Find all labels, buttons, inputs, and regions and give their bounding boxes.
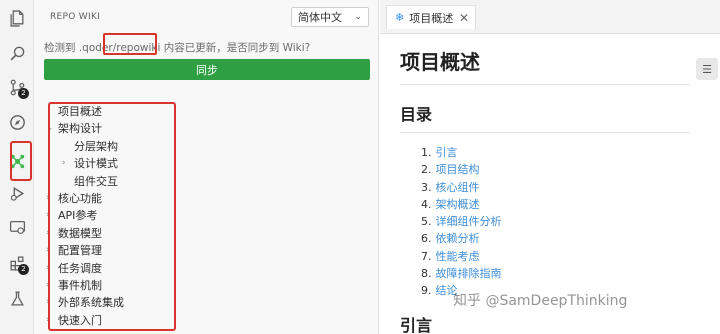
list-icon: ☰ <box>702 62 712 76</box>
toc-number: 5. <box>421 215 432 229</box>
tab-bar: ❄ 项目概述 ✕ <box>380 0 720 34</box>
notice-suffix: 内容已更新，是否同步到 Wiki? <box>160 42 311 54</box>
toc-link[interactable]: 故障排除指南 <box>436 267 502 280</box>
language-select[interactable]: 简体中文 ⌄ <box>291 7 369 27</box>
toc-number: 9. <box>421 284 432 298</box>
toc-item: 4. 架构概述 <box>421 196 690 213</box>
language-value: 简体中文 <box>298 11 342 24</box>
tree-highlight-box <box>48 102 176 331</box>
repowiki-highlight-box <box>103 33 157 55</box>
toc-number: 3. <box>421 180 432 194</box>
toc-item: 5. 详细组件分析 <box>421 213 690 230</box>
toc-number: 2. <box>421 163 432 177</box>
toc-number: 1. <box>421 146 432 159</box>
sidebar-title: REPO WIKI <box>50 12 101 22</box>
source-control-badge: 2 <box>18 88 29 99</box>
editor-area: ❄ 项目概述 ✕ ☰ 项目概述 目录 1. 引言 2. 项目结构 3. 核心组件 4. 架构概… <box>380 0 720 334</box>
run-debug-button[interactable] <box>0 178 34 208</box>
update-notice: 检测到 .qoder/repowiki 内容已更新，是否同步到 Wiki? <box>44 40 310 55</box>
toc-number: 6. <box>421 232 432 246</box>
toc-list: 1. 引言 2. 项目结构 3. 核心组件 4. 架构概述 5. 详细组件分析 6. 依赖分析 7. 性能… <box>421 144 690 300</box>
explorer-button[interactable] <box>0 3 34 33</box>
toc-heading: 目录 <box>400 101 690 133</box>
toc-number: 4. <box>421 197 432 211</box>
watermark: 知乎 @SamDeepThinking <box>453 293 628 309</box>
close-icon[interactable]: ✕ <box>459 11 469 25</box>
flask-icon <box>10 290 24 306</box>
page-title: 项目概述 <box>400 46 690 85</box>
source-control-button[interactable]: 2 <box>0 72 34 102</box>
compass-button[interactable] <box>0 107 34 137</box>
run-debug-icon <box>10 186 24 201</box>
repo-wiki-highlight <box>10 141 32 181</box>
compass-icon <box>9 114 25 130</box>
toc-item: 1. 引言 <box>421 144 690 161</box>
remote-icon <box>9 220 25 234</box>
tab-label: 项目概述 <box>409 11 454 25</box>
toc-number: 8. <box>421 267 432 281</box>
remote-button[interactable] <box>0 212 34 242</box>
files-icon <box>9 9 23 27</box>
toc-link[interactable]: 核心组件 <box>436 181 480 194</box>
tab-project-overview[interactable]: ❄ 项目概述 ✕ <box>386 5 476 29</box>
outline-toggle-button[interactable]: ☰ <box>696 58 718 80</box>
search-icon <box>10 46 24 60</box>
toc-item: 7. 性能考虑 <box>421 248 690 265</box>
toc-link[interactable]: 项目结构 <box>436 163 480 176</box>
toc-link[interactable]: 详细组件分析 <box>436 215 502 228</box>
toc-link[interactable]: 性能考虑 <box>436 250 480 263</box>
toc-item: 2. 项目结构 <box>421 161 690 178</box>
toc-link[interactable]: 引言 <box>436 146 458 159</box>
repo-wiki-sidebar: REPO WIKI 简体中文 ⌄ 检测到 .qoder/repowiki 内容已… <box>34 0 379 334</box>
toc-item: 8. 故障排除指南 <box>421 265 690 282</box>
activity-bar: 2 2 <box>0 0 34 334</box>
extensions-badge: 2 <box>18 264 29 275</box>
extensions-button[interactable]: 2 <box>0 248 34 278</box>
toc-link[interactable]: 架构概述 <box>436 198 480 211</box>
toc-item: 3. 核心组件 <box>421 179 690 196</box>
sync-button[interactable]: 同步 <box>44 59 370 80</box>
section-heading: 引言 <box>400 315 433 334</box>
gear-snowflake-icon: ❄ <box>395 11 405 24</box>
search-button[interactable] <box>0 38 34 68</box>
testing-button[interactable] <box>0 283 34 313</box>
toc-item: 6. 依赖分析 <box>421 230 690 247</box>
toc-number: 7. <box>421 249 432 263</box>
toc-link[interactable]: 依赖分析 <box>436 232 480 245</box>
chevron-down-icon: ⌄ <box>354 12 362 22</box>
